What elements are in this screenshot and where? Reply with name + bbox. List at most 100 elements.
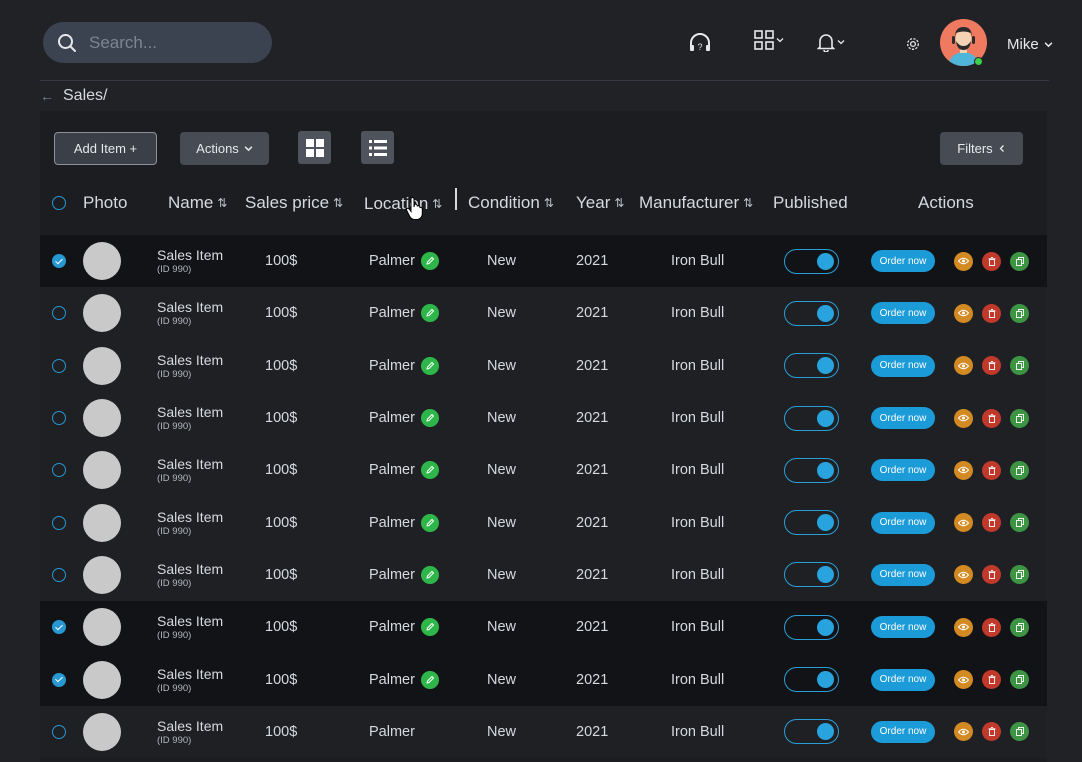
copy-button[interactable] [1010, 356, 1029, 376]
item-name[interactable]: Sales Item [157, 404, 223, 420]
copy-button[interactable] [1010, 251, 1029, 271]
row-select-radio[interactable] [52, 653, 66, 705]
settings-button[interactable] [905, 36, 921, 52]
published-toggle[interactable] [784, 457, 839, 483]
view-button[interactable] [954, 408, 973, 428]
support-button[interactable]: ? [688, 31, 712, 55]
item-name[interactable]: Sales Item [157, 509, 223, 525]
column-resize-handle[interactable] [455, 188, 457, 210]
view-button[interactable] [954, 356, 973, 376]
copy-button[interactable] [1010, 303, 1029, 323]
item-photo[interactable] [83, 242, 121, 281]
item-name[interactable]: Sales Item [157, 299, 223, 315]
item-photo[interactable] [83, 555, 121, 594]
item-name[interactable]: Sales Item [157, 613, 223, 629]
row-select-radio[interactable] [52, 235, 66, 287]
copy-button[interactable] [1010, 513, 1029, 533]
edit-location-button[interactable] [420, 252, 439, 271]
table-row[interactable]: Sales Item (ID 990) 100$ Palmer New 2021… [40, 548, 1047, 602]
order-now-button[interactable]: Order now [871, 354, 935, 377]
row-select-radio[interactable] [52, 706, 66, 758]
table-row[interactable]: Sales Item (ID 990) 100$ Palmer New 2021… [40, 339, 1047, 392]
apps-menu-button[interactable] [754, 30, 784, 50]
add-item-button[interactable]: Add Item + [54, 132, 157, 165]
row-select-radio[interactable] [52, 392, 66, 444]
table-row[interactable]: Sales Item (ID 990) 100$ Palmer New 2021… [40, 496, 1047, 549]
view-button[interactable] [954, 565, 973, 585]
order-now-button[interactable]: Order now [871, 459, 935, 482]
published-toggle[interactable] [784, 300, 839, 326]
back-arrow-icon[interactable]: ← [40, 88, 54, 104]
item-photo[interactable] [83, 660, 121, 699]
row-select-radio[interactable] [52, 340, 66, 392]
col-location[interactable]: Location ⇅ [364, 194, 442, 214]
published-toggle[interactable] [784, 719, 839, 745]
list-view-button[interactable] [361, 131, 394, 164]
row-select-radio[interactable] [52, 496, 66, 548]
order-now-button[interactable]: Order now [871, 563, 935, 586]
delete-button[interactable] [982, 565, 1001, 585]
table-row[interactable]: Sales Item (ID 990) 100$ Palmer New 2021… [40, 444, 1047, 497]
row-select-radio[interactable] [52, 549, 66, 601]
copy-button[interactable] [1010, 565, 1029, 585]
item-photo[interactable] [83, 399, 121, 438]
user-menu[interactable]: Mike [1007, 36, 1053, 53]
item-photo[interactable] [83, 451, 121, 490]
view-button[interactable] [954, 617, 973, 637]
item-name[interactable]: Sales Item [157, 456, 223, 472]
row-select-radio[interactable] [52, 444, 66, 496]
order-now-button[interactable]: Order now [871, 668, 935, 691]
row-select-radio[interactable] [52, 601, 66, 653]
table-row[interactable]: Sales Item (ID 990) 100$ Palmer New 2021… [40, 235, 1047, 288]
breadcrumb-path[interactable]: Sales/ [63, 87, 107, 105]
delete-button[interactable] [982, 722, 1001, 742]
select-all-radio[interactable] [52, 196, 66, 210]
row-select-radio[interactable] [52, 287, 66, 339]
item-photo[interactable] [83, 712, 121, 751]
edit-location-button[interactable] [420, 670, 439, 689]
table-row[interactable]: Sales Item (ID 990) 100$ Palmer New 2021… [40, 601, 1047, 654]
order-now-button[interactable]: Order now [871, 250, 935, 273]
col-condition[interactable]: Condition ⇅ [468, 193, 554, 213]
table-row[interactable]: Sales Item (ID 990) 100$ Palmer New 2021… [40, 287, 1047, 340]
edit-location-button[interactable] [420, 618, 439, 637]
published-toggle[interactable] [784, 405, 839, 431]
delete-button[interactable] [982, 670, 1001, 690]
item-photo[interactable] [83, 294, 121, 333]
order-now-button[interactable]: Order now [871, 511, 935, 534]
table-row[interactable]: Sales Item (ID 990) 100$ Palmer New 2021… [40, 705, 1047, 758]
delete-button[interactable] [982, 251, 1001, 271]
view-button[interactable] [954, 513, 973, 533]
table-row[interactable]: Sales Item (ID 990) 100$ Palmer New 2021… [40, 391, 1047, 445]
item-photo[interactable] [83, 608, 121, 647]
view-button[interactable] [954, 722, 973, 742]
actions-dropdown[interactable]: Actions [180, 132, 269, 165]
edit-location-button[interactable] [420, 565, 439, 584]
copy-button[interactable] [1010, 617, 1029, 637]
grid-view-button[interactable] [298, 131, 331, 164]
edit-location-button[interactable] [420, 409, 439, 428]
published-toggle[interactable] [784, 353, 839, 379]
item-name[interactable]: Sales Item [157, 561, 223, 577]
edit-location-button[interactable] [420, 356, 439, 375]
item-photo[interactable] [83, 346, 121, 385]
delete-button[interactable] [982, 460, 1001, 480]
item-name[interactable]: Sales Item [157, 666, 223, 682]
published-toggle[interactable] [784, 667, 839, 693]
table-row[interactable]: Sales Item (ID 990) 100$ Palmer New 2021… [40, 653, 1047, 706]
view-button[interactable] [954, 251, 973, 271]
view-button[interactable] [954, 460, 973, 480]
copy-button[interactable] [1010, 460, 1029, 480]
notifications-button[interactable] [817, 32, 845, 52]
delete-button[interactable] [982, 356, 1001, 376]
edit-location-button[interactable] [420, 304, 439, 323]
view-button[interactable] [954, 303, 973, 323]
delete-button[interactable] [982, 513, 1001, 533]
order-now-button[interactable]: Order now [871, 720, 935, 743]
published-toggle[interactable] [784, 562, 839, 588]
copy-button[interactable] [1010, 670, 1029, 690]
search-box[interactable] [43, 22, 272, 63]
edit-location-button[interactable] [420, 513, 439, 532]
col-manufacturer[interactable]: Manufacturer ⇅ [639, 193, 753, 213]
filters-button[interactable]: Filters [940, 132, 1023, 165]
